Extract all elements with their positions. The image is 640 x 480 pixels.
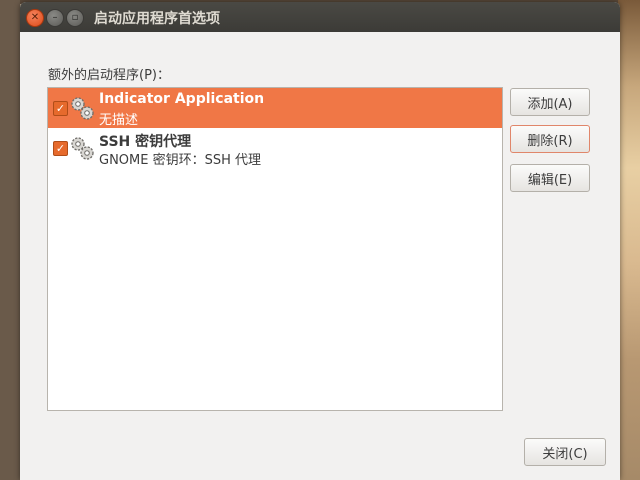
gears-icon [71, 97, 94, 120]
add-button[interactable]: 添加(A) [510, 88, 590, 116]
program-name: SSH 密钥代理 [99, 134, 192, 150]
maximize-window-button[interactable]: ▫ [66, 9, 84, 27]
close-window-button[interactable]: ✕ [26, 9, 44, 27]
minimize-icon: – [52, 12, 58, 23]
window-title: 启动应用程序首选项 [94, 11, 220, 27]
program-description: 无描述 [99, 113, 139, 128]
titlebar: ✕ – ▫ 启动应用程序首选项 [20, 2, 620, 32]
remove-button[interactable]: 删除(R) [510, 125, 590, 153]
minimize-window-button[interactable]: – [46, 9, 64, 27]
edit-button[interactable]: 编辑(E) [510, 164, 590, 192]
gears-icon [71, 137, 94, 160]
startup-programs-list[interactable]: ✓ Indicator Application 无描述 ✓ SSH 密钥代理 G… [47, 87, 503, 411]
maximize-icon: ▫ [71, 12, 79, 23]
check-icon: ✓ [55, 102, 66, 115]
check-icon: ✓ [55, 142, 66, 155]
close-button[interactable]: 关闭(C) [524, 438, 606, 466]
startup-programs-label: 额外的启动程序(P)： [48, 68, 170, 83]
program-name: Indicator Application [99, 91, 265, 107]
close-icon: ✕ [30, 12, 40, 23]
list-item[interactable]: ✓ Indicator Application 无描述 [48, 88, 502, 128]
enabled-checkbox[interactable]: ✓ [53, 101, 68, 116]
startup-preferences-window: ✕ – ▫ 启动应用程序首选项 额外的启动程序(P)： ✓ Indicator … [20, 2, 620, 480]
enabled-checkbox[interactable]: ✓ [53, 141, 68, 156]
program-description: GNOME 密钥环：SSH 代理 [99, 153, 262, 168]
desktop-background-left [0, 0, 20, 480]
desktop-background-right [618, 0, 640, 480]
list-item[interactable]: ✓ SSH 密钥代理 GNOME 密钥环：SSH 代理 [48, 128, 502, 168]
